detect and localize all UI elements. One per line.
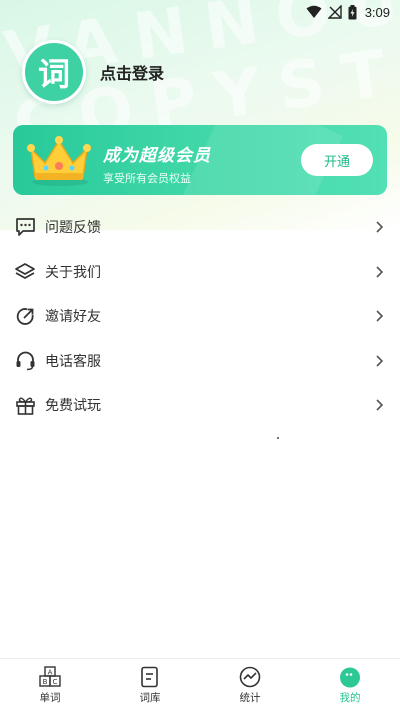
chevron-right-icon	[376, 310, 384, 322]
chevron-right-icon	[376, 266, 384, 278]
layers-icon	[14, 261, 36, 283]
nav-label-wordbank: 词库	[139, 692, 161, 704]
svg-text:A: A	[48, 669, 53, 677]
menu-label-free-trial: 免费试玩	[45, 398, 101, 415]
chevron-right-icon	[376, 355, 384, 367]
crown-icon	[27, 136, 91, 186]
menu-label-invite: 邀请好友	[45, 309, 101, 326]
svg-text:C: C	[53, 678, 58, 686]
chart-icon	[239, 666, 261, 688]
header-background: VANNOUS COPYSTU	[0, 0, 400, 230]
vip-banner[interactable]: 成为超级会员 享受所有会员权益 开通	[13, 125, 387, 195]
menu-item-invite[interactable]: 邀请好友	[0, 294, 400, 339]
abc-blocks-icon: A B C	[39, 666, 61, 688]
nav-tab-wordbank[interactable]: 词库	[100, 659, 200, 712]
vip-title: 成为超级会员	[103, 146, 211, 166]
gift-icon	[14, 394, 36, 416]
nav-tab-words[interactable]: A B C 单词	[0, 659, 100, 712]
feedback-icon	[14, 216, 36, 238]
nav-label-words: 单词	[39, 692, 61, 704]
nav-tab-stats[interactable]: 统计	[200, 659, 300, 712]
menu-item-feedback[interactable]: 问题反馈	[0, 205, 400, 250]
menu-item-free-trial[interactable]: 免费试玩	[0, 383, 400, 428]
vip-subtitle: 享受所有会员权益	[103, 172, 191, 185]
status-bar: 3:09	[0, 0, 400, 24]
avatar[interactable]: 词	[22, 40, 86, 104]
profile-icon	[339, 666, 361, 688]
book-icon	[139, 666, 161, 688]
menu-label-phone-support: 电话客服	[45, 353, 101, 370]
menu-label-feedback: 问题反馈	[45, 220, 101, 237]
activate-vip-button[interactable]: 开通	[301, 144, 373, 176]
chevron-right-icon	[376, 399, 384, 411]
nav-label-mine: 我的	[339, 692, 361, 704]
nav-tab-mine[interactable]: 我的	[300, 659, 400, 712]
menu-label-about: 关于我们	[45, 264, 101, 281]
login-area[interactable]: 词 点击登录	[22, 40, 164, 104]
login-link[interactable]: 点击登录	[100, 60, 164, 84]
profile-screen: VANNOUS COPYSTU 3:09 词 点击登录 成为超级会员 享受所有会…	[0, 0, 400, 712]
svg-text:B: B	[43, 678, 48, 686]
menu-item-phone-support[interactable]: 电话客服	[0, 339, 400, 384]
headset-icon	[14, 350, 36, 372]
no-signal-icon	[327, 5, 342, 19]
wifi-icon	[306, 5, 322, 19]
bottom-navigation: A B C 单词 词库 统计 我的	[0, 658, 400, 712]
share-icon	[14, 305, 36, 327]
status-time: 3:09	[364, 4, 390, 20]
nav-label-stats: 统计	[239, 692, 261, 704]
menu-item-about[interactable]: 关于我们	[0, 250, 400, 295]
settings-menu: 问题反馈 关于我们 邀请好友 电话客服 免费试玩	[0, 205, 400, 428]
stray-dot	[277, 437, 279, 439]
battery-icon	[348, 4, 357, 20]
app-logo-char: 词	[37, 55, 70, 93]
chevron-right-icon	[376, 221, 384, 233]
